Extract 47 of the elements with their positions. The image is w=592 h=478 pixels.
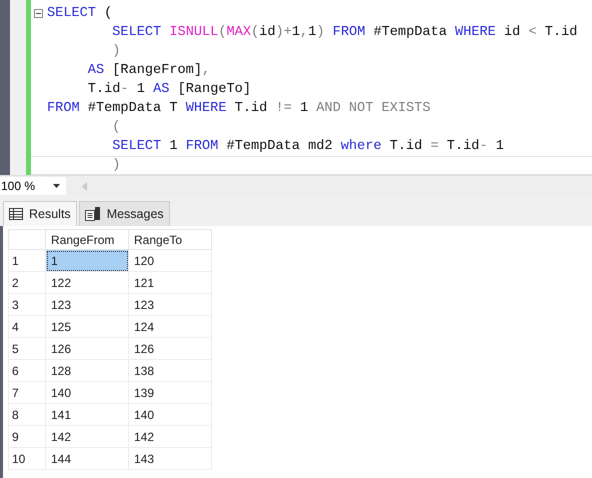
- table-cell[interactable]: 139: [128, 382, 212, 404]
- table-cell[interactable]: 144: [46, 448, 128, 470]
- zoom-dropdown[interactable]: 100 %: [0, 177, 66, 195]
- row-number: 3: [8, 294, 46, 316]
- code-line: ): [111, 44, 120, 59]
- row-number: 5: [8, 338, 46, 360]
- caret-icon: [53, 184, 60, 188]
- table-cell[interactable]: 122: [46, 272, 128, 294]
- messages-icon: [84, 207, 101, 221]
- column-header[interactable]: RangeTo: [128, 230, 212, 250]
- table-cell[interactable]: 140: [46, 382, 128, 404]
- row-number: 4: [8, 316, 46, 338]
- row-number: 7: [8, 382, 46, 404]
- table-cell[interactable]: 128: [46, 360, 128, 382]
- table-cell[interactable]: 125: [46, 316, 128, 338]
- table-cell[interactable]: 142: [128, 426, 212, 448]
- table-cell[interactable]: 123: [46, 294, 128, 316]
- grid-icon: [9, 208, 23, 220]
- table-cell[interactable]: 126: [46, 338, 128, 360]
- table-cell[interactable]: 123: [128, 294, 212, 316]
- table-cell[interactable]: 138: [128, 360, 212, 382]
- results-tab[interactable]: Messages: [78, 201, 170, 226]
- table-cell[interactable]: 140: [128, 404, 212, 426]
- table-cell[interactable]: 126: [128, 338, 212, 360]
- row-number: 10: [8, 448, 46, 470]
- results-tab[interactable]: Results: [3, 201, 77, 226]
- code-line: ): [111, 158, 120, 173]
- code-line: SELECT ISNULL(MAX(id)+1,1) FROM #TempData WHERE id < T.id: [111, 25, 578, 40]
- table-cell[interactable]: 124: [128, 316, 212, 338]
- row-number: 9: [8, 426, 46, 448]
- table-cell[interactable]: 142: [46, 426, 128, 448]
- table-cell[interactable]: 121: [128, 272, 212, 294]
- code-line: (: [111, 120, 120, 135]
- row-number: 6: [8, 360, 46, 382]
- code-line: SELECT (: [47, 6, 112, 21]
- code-line: AS [RangeFrom],: [86, 63, 210, 78]
- row-number: 2: [8, 272, 46, 294]
- code-line: SELECT 1 FROM #TempData md2 where T.id = T.id- 1: [111, 139, 504, 154]
- column-header[interactable]: RangeFrom: [46, 230, 128, 250]
- code-line: T.id- 1 AS [RangeTo]: [86, 82, 251, 97]
- table-cell[interactable]: 1: [46, 250, 128, 272]
- table-cell[interactable]: 141: [46, 404, 128, 426]
- code-line: FROM #TempData T WHERE T.id != 1 AND NOT EXISTS: [47, 101, 430, 116]
- row-number: 8: [8, 404, 46, 426]
- table-cell[interactable]: 120: [128, 250, 212, 272]
- collapse-icon[interactable]: [34, 9, 43, 18]
- table-cell[interactable]: 143: [128, 448, 212, 470]
